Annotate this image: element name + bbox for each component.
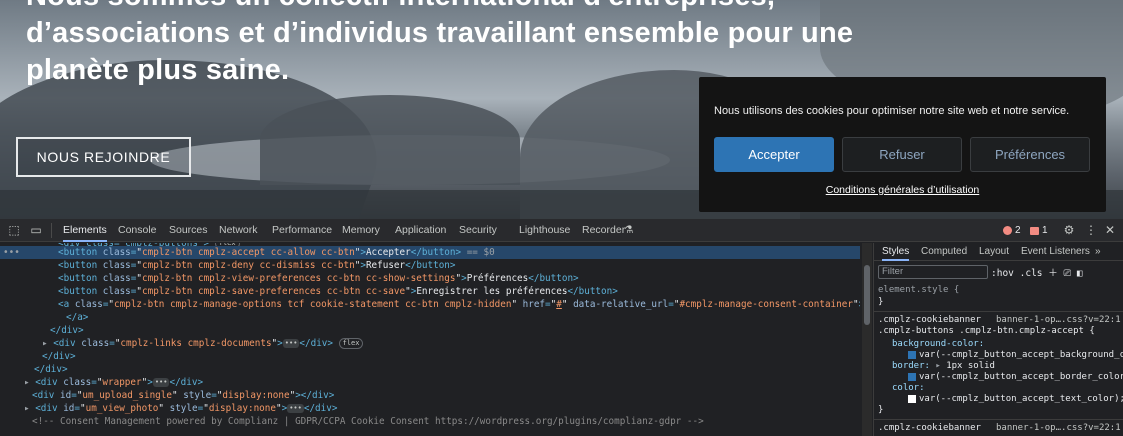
add-rule-icon[interactable]: ＋ <box>1048 268 1058 279</box>
ellipsis-icon: ••• <box>3 247 20 258</box>
styles-tab-bar: Styles Computed Layout Event Listeners » <box>874 243 1123 261</box>
rule-selector[interactable]: .cmplz-cookiebanner <box>878 423 981 434</box>
css-value[interactable]: var(--cmplz_button_accept_text_color); <box>908 394 1123 405</box>
computed-styles-icon[interactable]: ⎚ <box>1064 268 1072 279</box>
tab-recorder[interactable]: Recorder <box>582 219 625 242</box>
more-options-icon[interactable]: ⋮ <box>1084 223 1098 237</box>
cls-toggle[interactable]: .cls <box>1020 268 1043 279</box>
tab-event-listeners[interactable]: Event Listeners <box>1021 243 1090 261</box>
dom-line[interactable]: </a> <box>0 311 860 324</box>
dom-line[interactable]: <button class="cmplz-btn cmplz-deny cc-d… <box>0 259 860 272</box>
color-swatch[interactable] <box>908 372 916 381</box>
hero-title: Nous sommes un collectif international d… <box>26 0 854 86</box>
color-swatch[interactable] <box>908 394 916 403</box>
hov-toggle[interactable]: :hov <box>991 268 1014 279</box>
tab-application[interactable]: Application <box>395 219 446 242</box>
tab-console[interactable]: Console <box>118 219 157 242</box>
dom-comment[interactable]: <!-- Consent Management powered by Compl… <box>0 415 860 428</box>
dom-line[interactable]: <button class="cmplz-btn cmplz-view-pref… <box>0 272 860 285</box>
error-icon <box>1003 226 1012 235</box>
rule-close-brace: } <box>878 405 884 415</box>
styles-panel: Styles Computed Layout Event Listeners »… <box>873 243 1123 436</box>
tab-sources[interactable]: Sources <box>169 219 208 242</box>
mountain-background <box>260 95 520 185</box>
tab-computed[interactable]: Computed <box>921 243 967 261</box>
scrollbar-thumb[interactable] <box>864 265 870 325</box>
more-tabs-icon[interactable]: » <box>1095 243 1101 261</box>
css-property[interactable]: background-color: <box>892 339 984 350</box>
devtools-panel: ⬚ ▭ Elements Console Sources Network Per… <box>0 219 1123 436</box>
tab-network[interactable]: Network <box>219 219 258 242</box>
dom-line[interactable]: </div> <box>0 350 860 363</box>
styles-toolbar: :hov .cls ＋ ⎚ ◧ <box>991 265 1083 279</box>
website-viewport: Nous sommes un collectif international d… <box>0 0 1123 219</box>
terms-link[interactable]: Conditions générales d’utilisation <box>699 184 1106 196</box>
cookie-banner: Nous utilisons des cookies pour optimise… <box>699 77 1106 212</box>
error-count: 2 <box>1015 225 1021 236</box>
tab-elements[interactable]: Elements <box>63 219 107 242</box>
inspect-element-icon[interactable]: ⬚ <box>7 223 21 237</box>
settings-gear-icon[interactable]: ⚙ <box>1062 223 1076 237</box>
accept-cookies-button[interactable]: Accepter <box>714 137 834 172</box>
dom-tree[interactable]: <div class="cmplz-buttons"> flex ••• <bu… <box>0 243 860 436</box>
tab-lighthouse[interactable]: Lighthouse <box>519 219 570 242</box>
css-property[interactable]: color: <box>892 383 925 394</box>
rule-source-link[interactable]: banner-1-op….css?v=22:1 <box>996 423 1121 434</box>
css-property[interactable]: border: ▸ 1px solid <box>892 361 995 372</box>
dom-line-selected[interactable]: ••• <button class="cmplz-btn cmplz-accep… <box>0 246 860 259</box>
dom-line[interactable]: <div id="um_upload_single" style="displa… <box>0 389 860 402</box>
divider <box>874 311 1123 312</box>
tab-memory[interactable]: Memory <box>342 219 380 242</box>
issue-count: 1 <box>1042 225 1048 236</box>
dom-tree-scrollbar[interactable] <box>862 243 872 436</box>
flex-badge[interactable]: flex <box>338 338 364 349</box>
tab-security[interactable]: Security <box>459 219 497 242</box>
rule-source-link[interactable]: banner-1-op….css?v=22:1 <box>996 315 1121 326</box>
color-swatch[interactable] <box>908 350 916 359</box>
dom-line: <button class="cmplz-btn cmplz-accept cc… <box>58 247 495 258</box>
close-icon[interactable]: ✕ <box>1103 223 1117 237</box>
css-value[interactable]: var(--cmplz_button_accept_border_color) <box>908 372 1123 383</box>
toggle-sidebar-icon[interactable]: ◧ <box>1077 268 1083 279</box>
dom-line[interactable]: <a class="cmplz-btn cmplz-manage-options… <box>0 298 860 311</box>
error-count-badge[interactable]: 2 <box>1003 224 1021 237</box>
dom-line[interactable]: ▸ <div id="um_view_photo" style="display… <box>0 402 860 415</box>
dom-line[interactable]: </div> <box>0 324 860 337</box>
flask-icon: ⚗ <box>624 224 634 236</box>
join-button[interactable]: NOUS REJOINDRE <box>16 137 191 177</box>
element-style-rule[interactable]: element.style { <box>878 285 959 296</box>
dom-line[interactable]: <button class="cmplz-btn cmplz-save-pref… <box>0 285 860 298</box>
devtools-tab-bar: ⬚ ▭ Elements Console Sources Network Per… <box>0 219 1123 242</box>
dom-line[interactable]: ▸ <div class="cmplz-links cmplz-document… <box>0 337 860 350</box>
device-toolbar-icon[interactable]: ▭ <box>29 223 43 237</box>
rule-selector[interactable]: .cmplz-buttons .cmplz-btn.cmplz-accept { <box>878 326 1095 337</box>
issue-icon <box>1030 226 1039 235</box>
css-value[interactable]: var(--cmplz_button_accept_background_col… <box>908 350 1123 361</box>
dom-line[interactable]: ▸ <div class="wrapper"> ••• </div> <box>0 376 860 389</box>
dom-line[interactable]: </div> <box>0 363 860 376</box>
rule-selector[interactable]: .cmplz-cookiebanner <box>878 315 981 326</box>
deny-cookies-button[interactable]: Refuser <box>842 137 962 172</box>
cookie-preferences-button[interactable]: Préférences <box>970 137 1090 172</box>
divider <box>51 223 52 238</box>
issue-count-badge[interactable]: 1 <box>1030 224 1048 237</box>
tab-styles[interactable]: Styles <box>882 243 910 261</box>
divider <box>874 419 1123 420</box>
tab-performance[interactable]: Performance <box>272 219 332 242</box>
rule-close-brace: } <box>878 297 884 307</box>
styles-filter-input[interactable]: Filter <box>878 265 988 279</box>
tab-layout[interactable]: Layout <box>979 243 1009 261</box>
cookie-message: Nous utilisons des cookies pour optimise… <box>714 105 1070 117</box>
